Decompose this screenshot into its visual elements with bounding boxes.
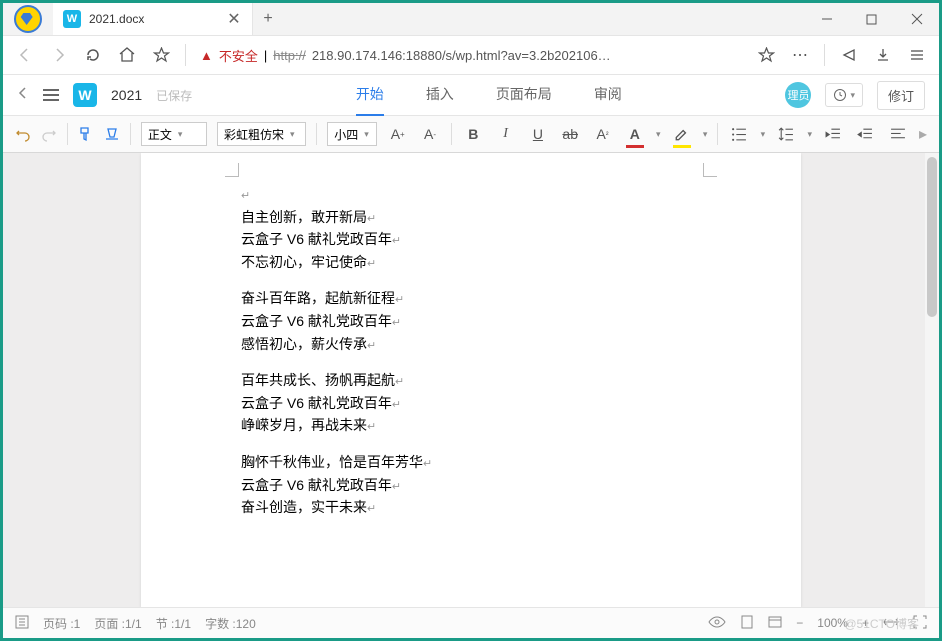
line-spacing-dropdown[interactable]: ▾ [807,129,812,140]
fit-width-icon[interactable] [883,616,899,631]
margin-corner-icon [225,163,239,177]
hamburger-menu-icon[interactable] [43,89,59,101]
font-increase-button[interactable]: A+ [387,122,409,146]
visibility-icon[interactable] [708,615,726,632]
fullscreen-icon[interactable] [913,615,927,632]
zoom-level[interactable]: 100% [817,616,848,630]
tab-start[interactable]: 开始 [356,74,384,116]
zoom-in-button[interactable]: + [862,616,869,630]
browser-navbar: ▲ 不安全 | http://218.90.174.146:18880/s/wp… [3,36,939,75]
bold-button[interactable]: B [462,122,484,146]
window-close-button[interactable] [894,3,939,35]
window-minimize-button[interactable] [804,3,849,35]
bullet-list-button[interactable] [728,122,750,146]
page-code-label: 页码 :1 [43,615,80,632]
vertical-scrollbar[interactable] [925,153,939,607]
font-size-select[interactable]: 小四▾ [327,122,376,146]
tab-title: 2021.docx [89,12,218,26]
revise-button[interactable]: 修订 [877,81,925,110]
font-decrease-button[interactable]: A- [419,122,441,146]
font-color-dropdown[interactable]: ▾ [656,129,661,140]
menu-tabs: 开始 插入 页面布局 审阅 [206,74,771,116]
status-bar: 页码 :1 页面 :1/1 节 :1/1 字数 :120 − 100% + [3,607,939,638]
superscript-button[interactable]: A² [591,122,613,146]
bullet-list-dropdown[interactable]: ▾ [761,129,766,140]
page-of-label: 页面 :1/1 [94,615,141,632]
share-icon[interactable] [839,45,859,65]
highlight-dropdown[interactable]: ▾ [703,129,708,140]
section-label: 节 :1/1 [156,615,191,632]
tab-close-icon[interactable]: ✕ [226,11,242,27]
formatting-toolbar: 正文▾ 彩虹粗仿宋▾ 小四▾ A+ A- B I U ab A² A ▾ ▾ ▾… [3,116,939,153]
clear-format-button[interactable] [104,126,120,142]
tab-insert[interactable]: 插入 [426,74,454,116]
history-button[interactable]: ▾ [825,83,863,107]
document-canvas[interactable]: ↵自主创新，敢开新局↵云盒子 V6 献礼党政百年↵不忘初心，牢记使命↵奋斗百年路… [3,153,939,607]
doc-header: W 2021 已保存 开始 插入 页面布局 审阅 理员 ▾ 修订 [3,75,939,116]
word-count-label: 字数 :120 [205,615,256,632]
page-view-icon[interactable] [740,615,754,632]
italic-button[interactable]: I [494,122,516,146]
nav-reload-button[interactable] [83,45,103,65]
browser-tab[interactable]: W 2021.docx ✕ [53,3,253,35]
app-icon [3,3,53,35]
align-button[interactable] [887,122,909,146]
style-select[interactable]: 正文▾ [141,122,207,146]
new-tab-button[interactable]: + [253,3,283,35]
bookmark-star-icon[interactable] [756,45,776,65]
format-painter-button[interactable] [78,126,94,142]
scrollbar-thumb[interactable] [927,157,937,317]
indent-button[interactable] [854,122,876,146]
document-page: ↵自主创新，敢开新局↵云盒子 V6 献礼党政百年↵不忘初心，牢记使命↵奋斗百年路… [141,153,801,607]
url-display: 218.90.174.146:18880/s/wp.html?av=3.2b20… [312,48,611,63]
back-chevron-icon[interactable] [17,86,29,105]
tab-review[interactable]: 审阅 [594,74,622,116]
address-bar[interactable]: ▲ 不安全 | http://218.90.174.146:18880/s/wp… [200,46,742,65]
tab-layout[interactable]: 页面布局 [496,74,552,116]
more-icon[interactable]: ⋯ [790,45,810,65]
outdent-button[interactable] [822,122,844,146]
strikethrough-button[interactable]: ab [559,122,581,146]
outline-icon[interactable] [15,615,29,632]
nav-back-button[interactable] [15,45,35,65]
highlight-button[interactable] [671,122,693,146]
web-view-icon[interactable] [768,615,782,632]
margin-corner-icon [703,163,717,177]
redo-button[interactable] [41,126,57,142]
save-status: 已保存 [156,87,192,104]
url-protocol: http:// [273,48,306,63]
zoom-out-button[interactable]: − [796,616,803,630]
user-avatar[interactable]: 理员 [785,82,811,108]
line-spacing-button[interactable] [775,122,797,146]
font-color-button[interactable]: A [624,122,646,146]
underline-button[interactable]: U [527,122,549,146]
document-body[interactable]: ↵自主创新，敢开新局↵云盒子 V6 献礼党政百年↵不忘初心，牢记使命↵奋斗百年路… [241,183,701,519]
menu-icon[interactable] [907,45,927,65]
doc-app-icon: W [73,83,97,107]
font-select[interactable]: 彩虹粗仿宋▾ [217,122,306,146]
doc-name: 2021 [111,87,142,103]
toolbar-more-icon[interactable]: ▸ [919,124,927,144]
nav-home-button[interactable] [117,45,137,65]
nav-favorite-button[interactable] [151,45,171,65]
titlebar: W 2021.docx ✕ + [3,3,939,36]
nav-forward-button[interactable] [49,45,69,65]
doc-tab-icon: W [63,10,81,28]
undo-button[interactable] [15,126,31,142]
window-maximize-button[interactable] [849,3,894,35]
security-warning-icon: ▲ [200,48,213,63]
security-label: 不安全 [219,46,258,65]
download-icon[interactable] [873,45,893,65]
